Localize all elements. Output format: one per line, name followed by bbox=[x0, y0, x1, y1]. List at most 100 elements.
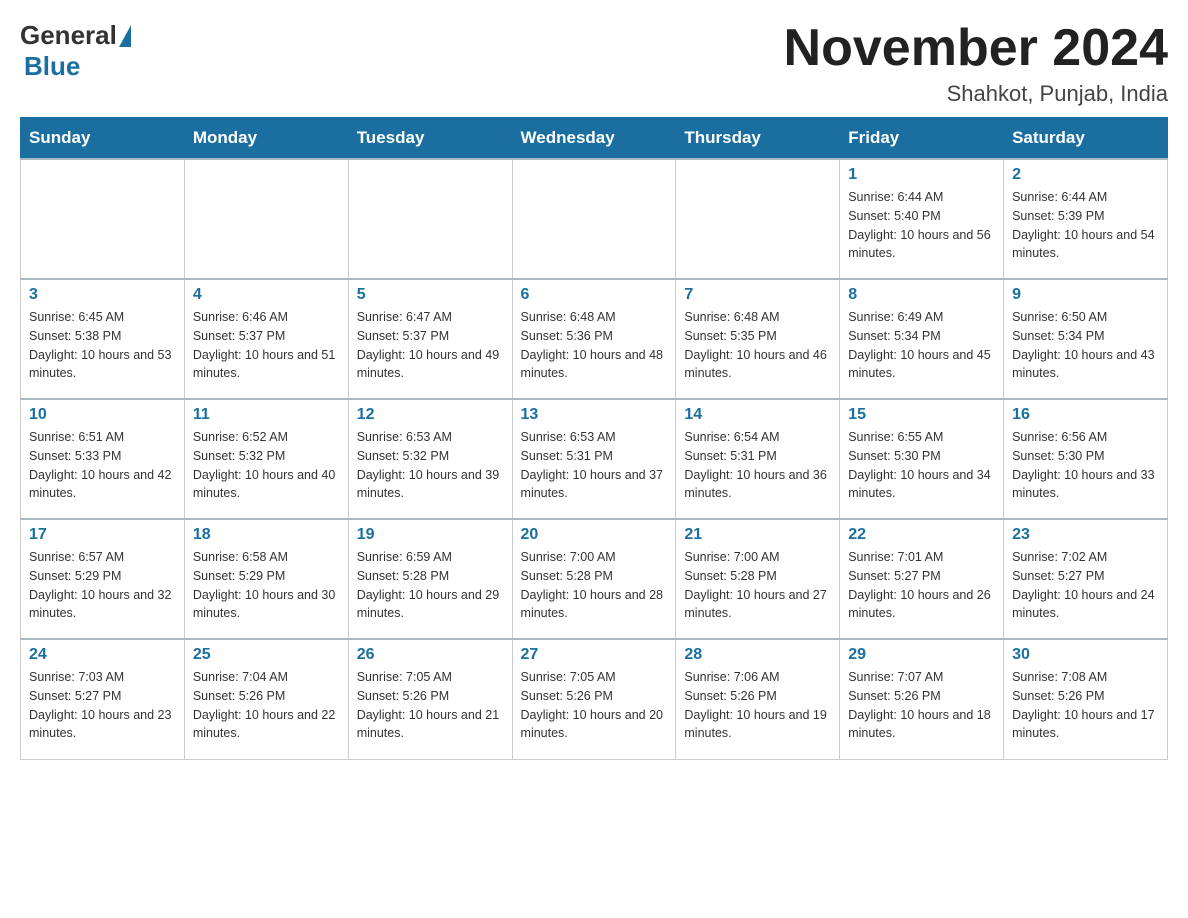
day-number: 5 bbox=[357, 286, 504, 304]
calendar-day-cell bbox=[676, 159, 840, 279]
day-number: 8 bbox=[848, 286, 995, 304]
location-title: Shahkot, Punjab, India bbox=[784, 81, 1168, 107]
day-number: 22 bbox=[848, 526, 995, 544]
calendar-week-row: 3Sunrise: 6:45 AMSunset: 5:38 PMDaylight… bbox=[21, 279, 1168, 399]
weekday-header: Wednesday bbox=[512, 118, 676, 160]
day-info: Sunrise: 6:44 AMSunset: 5:40 PMDaylight:… bbox=[848, 188, 995, 263]
calendar-week-row: 17Sunrise: 6:57 AMSunset: 5:29 PMDayligh… bbox=[21, 519, 1168, 639]
day-info: Sunrise: 7:05 AMSunset: 5:26 PMDaylight:… bbox=[357, 668, 504, 743]
day-info: Sunrise: 6:50 AMSunset: 5:34 PMDaylight:… bbox=[1012, 308, 1159, 383]
calendar-day-cell: 12 Sunrise: 6:53 AMSunset: 5:32 PMDayligh… bbox=[348, 399, 512, 519]
day-number: 11 bbox=[193, 406, 340, 424]
calendar-day-cell: 14 Sunrise: 6:54 AMSunset: 5:31 PMDayligh… bbox=[676, 399, 840, 519]
day-info: Sunrise: 6:55 AMSunset: 5:30 PMDaylight:… bbox=[848, 428, 995, 503]
day-number: 20 bbox=[521, 526, 668, 544]
day-number: 27 bbox=[521, 646, 668, 664]
day-number: 24 bbox=[29, 646, 176, 664]
logo-general-text: General bbox=[20, 20, 117, 51]
day-info: Sunrise: 7:02 AMSunset: 5:27 PMDaylight:… bbox=[1012, 548, 1159, 623]
calendar-day-cell: 22 Sunrise: 7:01 AMSunset: 5:27 PMDayligh… bbox=[840, 519, 1004, 639]
day-info: Sunrise: 6:44 AMSunset: 5:39 PMDaylight:… bbox=[1012, 188, 1159, 263]
calendar-day-cell: 11 Sunrise: 6:52 AMSunset: 5:32 PMDayligh… bbox=[184, 399, 348, 519]
day-number: 7 bbox=[684, 286, 831, 304]
calendar-day-cell: 20 Sunrise: 7:00 AMSunset: 5:28 PMDayligh… bbox=[512, 519, 676, 639]
calendar-day-cell: 18 Sunrise: 6:58 AMSunset: 5:29 PMDayligh… bbox=[184, 519, 348, 639]
day-info: Sunrise: 7:08 AMSunset: 5:26 PMDaylight:… bbox=[1012, 668, 1159, 743]
day-info: Sunrise: 6:46 AMSunset: 5:37 PMDaylight:… bbox=[193, 308, 340, 383]
calendar-day-cell: 15 Sunrise: 6:55 AMSunset: 5:30 PMDayligh… bbox=[840, 399, 1004, 519]
day-info: Sunrise: 7:04 AMSunset: 5:26 PMDaylight:… bbox=[193, 668, 340, 743]
day-info: Sunrise: 6:49 AMSunset: 5:34 PMDaylight:… bbox=[848, 308, 995, 383]
logo-blue-text: Blue bbox=[24, 51, 80, 81]
day-info: Sunrise: 6:54 AMSunset: 5:31 PMDaylight:… bbox=[684, 428, 831, 503]
day-info: Sunrise: 6:45 AMSunset: 5:38 PMDaylight:… bbox=[29, 308, 176, 383]
day-info: Sunrise: 7:00 AMSunset: 5:28 PMDaylight:… bbox=[684, 548, 831, 623]
day-number: 2 bbox=[1012, 166, 1159, 184]
day-number: 9 bbox=[1012, 286, 1159, 304]
weekday-header: Thursday bbox=[676, 118, 840, 160]
calendar-day-cell bbox=[512, 159, 676, 279]
calendar-day-cell: 13 Sunrise: 6:53 AMSunset: 5:31 PMDayligh… bbox=[512, 399, 676, 519]
day-number: 14 bbox=[684, 406, 831, 424]
calendar-day-cell: 8 Sunrise: 6:49 AMSunset: 5:34 PMDaylight… bbox=[840, 279, 1004, 399]
logo-triangle-icon bbox=[119, 25, 131, 47]
day-info: Sunrise: 6:58 AMSunset: 5:29 PMDaylight:… bbox=[193, 548, 340, 623]
calendar-day-cell: 25Sunrise: 7:04 AMSunset: 5:26 PMDayligh… bbox=[184, 639, 348, 759]
calendar-day-cell: 28 Sunrise: 7:06 AMSunset: 5:26 PMDayligh… bbox=[676, 639, 840, 759]
day-number: 16 bbox=[1012, 406, 1159, 424]
header: General Blue November 2024 Shahkot, Punj… bbox=[20, 20, 1168, 107]
day-info: Sunrise: 6:51 AMSunset: 5:33 PMDaylight:… bbox=[29, 428, 176, 503]
day-number: 17 bbox=[29, 526, 176, 544]
calendar-day-cell: 19Sunrise: 6:59 AMSunset: 5:28 PMDayligh… bbox=[348, 519, 512, 639]
day-number: 10 bbox=[29, 406, 176, 424]
day-info: Sunrise: 7:03 AMSunset: 5:27 PMDaylight:… bbox=[29, 668, 176, 743]
calendar-day-cell bbox=[184, 159, 348, 279]
day-info: Sunrise: 7:00 AMSunset: 5:28 PMDaylight:… bbox=[521, 548, 668, 623]
calendar-day-cell: 9 Sunrise: 6:50 AMSunset: 5:34 PMDaylight… bbox=[1004, 279, 1168, 399]
calendar-day-cell: 5 Sunrise: 6:47 AMSunset: 5:37 PMDaylight… bbox=[348, 279, 512, 399]
day-number: 1 bbox=[848, 166, 995, 184]
calendar-day-cell: 1 Sunrise: 6:44 AMSunset: 5:40 PMDaylight… bbox=[840, 159, 1004, 279]
month-title: November 2024 bbox=[784, 20, 1168, 77]
calendar-day-cell: 21Sunrise: 7:00 AMSunset: 5:28 PMDayligh… bbox=[676, 519, 840, 639]
day-info: Sunrise: 6:56 AMSunset: 5:30 PMDaylight:… bbox=[1012, 428, 1159, 503]
day-number: 26 bbox=[357, 646, 504, 664]
day-info: Sunrise: 6:52 AMSunset: 5:32 PMDaylight:… bbox=[193, 428, 340, 503]
calendar-day-cell bbox=[348, 159, 512, 279]
day-number: 6 bbox=[521, 286, 668, 304]
day-number: 18 bbox=[193, 526, 340, 544]
day-info: Sunrise: 6:47 AMSunset: 5:37 PMDaylight:… bbox=[357, 308, 504, 383]
day-number: 28 bbox=[684, 646, 831, 664]
day-info: Sunrise: 7:05 AMSunset: 5:26 PMDaylight:… bbox=[521, 668, 668, 743]
day-info: Sunrise: 7:06 AMSunset: 5:26 PMDaylight:… bbox=[684, 668, 831, 743]
day-number: 23 bbox=[1012, 526, 1159, 544]
calendar-day-cell: 10 Sunrise: 6:51 AMSunset: 5:33 PMDayligh… bbox=[21, 399, 185, 519]
calendar-day-cell: 4 Sunrise: 6:46 AMSunset: 5:37 PMDaylight… bbox=[184, 279, 348, 399]
weekday-header: Saturday bbox=[1004, 118, 1168, 160]
calendar-day-cell: 3Sunrise: 6:45 AMSunset: 5:38 PMDaylight… bbox=[21, 279, 185, 399]
calendar-day-cell: 7Sunrise: 6:48 AMSunset: 5:35 PMDaylight… bbox=[676, 279, 840, 399]
day-info: Sunrise: 6:59 AMSunset: 5:28 PMDaylight:… bbox=[357, 548, 504, 623]
day-number: 4 bbox=[193, 286, 340, 304]
calendar-day-cell: 6 Sunrise: 6:48 AMSunset: 5:36 PMDaylight… bbox=[512, 279, 676, 399]
day-number: 29 bbox=[848, 646, 995, 664]
weekday-header: Sunday bbox=[21, 118, 185, 160]
day-number: 15 bbox=[848, 406, 995, 424]
day-number: 13 bbox=[521, 406, 668, 424]
calendar-day-cell: 30 Sunrise: 7:08 AMSunset: 5:26 PMDayligh… bbox=[1004, 639, 1168, 759]
calendar-day-cell: 26 Sunrise: 7:05 AMSunset: 5:26 PMDayligh… bbox=[348, 639, 512, 759]
day-info: Sunrise: 7:07 AMSunset: 5:26 PMDaylight:… bbox=[848, 668, 995, 743]
calendar-day-cell: 29 Sunrise: 7:07 AMSunset: 5:26 PMDayligh… bbox=[840, 639, 1004, 759]
day-info: Sunrise: 6:53 AMSunset: 5:31 PMDaylight:… bbox=[521, 428, 668, 503]
calendar-day-cell: 16 Sunrise: 6:56 AMSunset: 5:30 PMDayligh… bbox=[1004, 399, 1168, 519]
day-number: 12 bbox=[357, 406, 504, 424]
calendar-header-row: SundayMondayTuesdayWednesdayThursdayFrid… bbox=[21, 118, 1168, 160]
calendar-day-cell: 17Sunrise: 6:57 AMSunset: 5:29 PMDayligh… bbox=[21, 519, 185, 639]
weekday-header: Friday bbox=[840, 118, 1004, 160]
day-number: 30 bbox=[1012, 646, 1159, 664]
day-info: Sunrise: 7:01 AMSunset: 5:27 PMDaylight:… bbox=[848, 548, 995, 623]
day-info: Sunrise: 6:48 AMSunset: 5:36 PMDaylight:… bbox=[521, 308, 668, 383]
calendar-day-cell bbox=[21, 159, 185, 279]
day-info: Sunrise: 6:53 AMSunset: 5:32 PMDaylight:… bbox=[357, 428, 504, 503]
calendar-day-cell: 2 Sunrise: 6:44 AMSunset: 5:39 PMDaylight… bbox=[1004, 159, 1168, 279]
